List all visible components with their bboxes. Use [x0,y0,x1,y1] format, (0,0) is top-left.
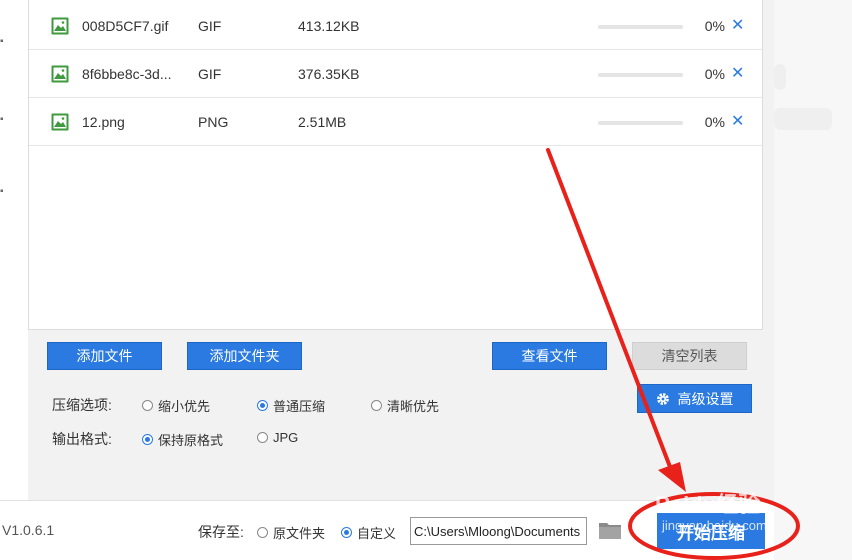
radio-label: 缩小优先 [158,399,211,414]
file-name: 8f6bbe8c-3d... [82,66,172,82]
file-name: 12.png [82,114,125,130]
blurred-shape [774,108,832,130]
clear-list-button[interactable]: 清空列表 [632,342,747,370]
left-panel-edge: ▪ ▪ ▪ [0,0,28,500]
watermark-url: jingyan.baidu.com [662,518,767,533]
radio-circle [257,432,268,443]
remove-file-icon[interactable]: ✕ [731,15,744,35]
progress-bar [598,121,683,125]
file-size: 376.35KB [298,66,360,82]
view-files-button[interactable]: 查看文件 [492,342,607,370]
radio-circle [142,434,153,445]
version-label: V1.0.6.1 [2,522,55,538]
radio-circle [341,527,352,538]
file-type: GIF [198,66,222,82]
file-list: 008D5CF7.gif GIF 413.12KB 0% ✕ 8f6bbe8c-… [28,0,763,330]
blurred-shape [774,64,786,90]
save-path-input[interactable] [410,517,587,545]
image-file-icon [51,17,69,35]
remove-file-icon[interactable]: ✕ [731,63,744,83]
radio-keep-format[interactable]: 保持原格式 [142,430,223,449]
file-row[interactable]: 008D5CF7.gif GIF 413.12KB 0% ✕ [29,2,762,50]
file-size: 413.12KB [298,18,360,34]
radio-clarity-priority[interactable]: 清晰优先 [371,396,439,415]
radio-label: 普通压缩 [273,399,326,414]
radio-normal-compress[interactable]: 普通压缩 [257,396,325,415]
output-format-label: 输出格式: [52,431,112,447]
radio-circle [257,527,268,538]
add-file-button[interactable]: 添加文件 [47,342,162,370]
file-row[interactable]: 8f6bbe8c-3d... GIF 376.35KB 0% ✕ [29,50,762,98]
radio-custom[interactable]: 自定义 [341,523,396,542]
progress-bar [598,73,683,77]
file-row[interactable]: 12.png PNG 2.51MB 0% ✕ [29,98,762,146]
folder-icon[interactable] [598,520,622,540]
compress-options-label: 压缩选项: [52,397,112,413]
radio-jpg[interactable]: JPG [257,430,298,445]
radio-circle [257,400,268,411]
progress-percent: 0% [704,66,725,82]
radio-label: 原文件夹 [273,526,326,541]
watermark: Baidu经验 [655,492,761,517]
image-file-icon [51,113,69,131]
radio-original-folder[interactable]: 原文件夹 [257,523,325,542]
edge-mark: ▪ [0,36,4,47]
progress-percent: 0% [704,18,725,34]
advanced-settings-button[interactable]: 高级设置 [637,384,752,413]
add-folder-button[interactable]: 添加文件夹 [187,342,302,370]
edge-mark: ▪ [0,114,4,125]
file-type: PNG [198,114,229,130]
progress-percent: 0% [704,114,725,130]
remove-file-icon[interactable]: ✕ [731,111,744,131]
background-area [774,0,852,560]
radio-label: JPG [273,430,299,445]
app-window: 008D5CF7.gif GIF 413.12KB 0% ✕ 8f6bbe8c-… [28,0,774,500]
edge-mark: ▪ [0,186,4,197]
gear-icon [656,392,669,405]
radio-circle [371,400,382,411]
image-file-icon [51,65,69,83]
save-to-label: 保存至: [198,524,244,540]
advanced-settings-label: 高级设置 [677,390,734,407]
file-size: 2.51MB [298,114,347,130]
progress-bar [598,25,683,29]
radio-label: 自定义 [357,526,397,541]
file-name: 008D5CF7.gif [82,18,169,34]
file-type: GIF [198,18,222,34]
radio-label: 清晰优先 [387,399,440,414]
radio-label: 保持原格式 [158,433,224,448]
radio-shrink-priority[interactable]: 缩小优先 [142,396,210,415]
radio-circle [142,400,153,411]
